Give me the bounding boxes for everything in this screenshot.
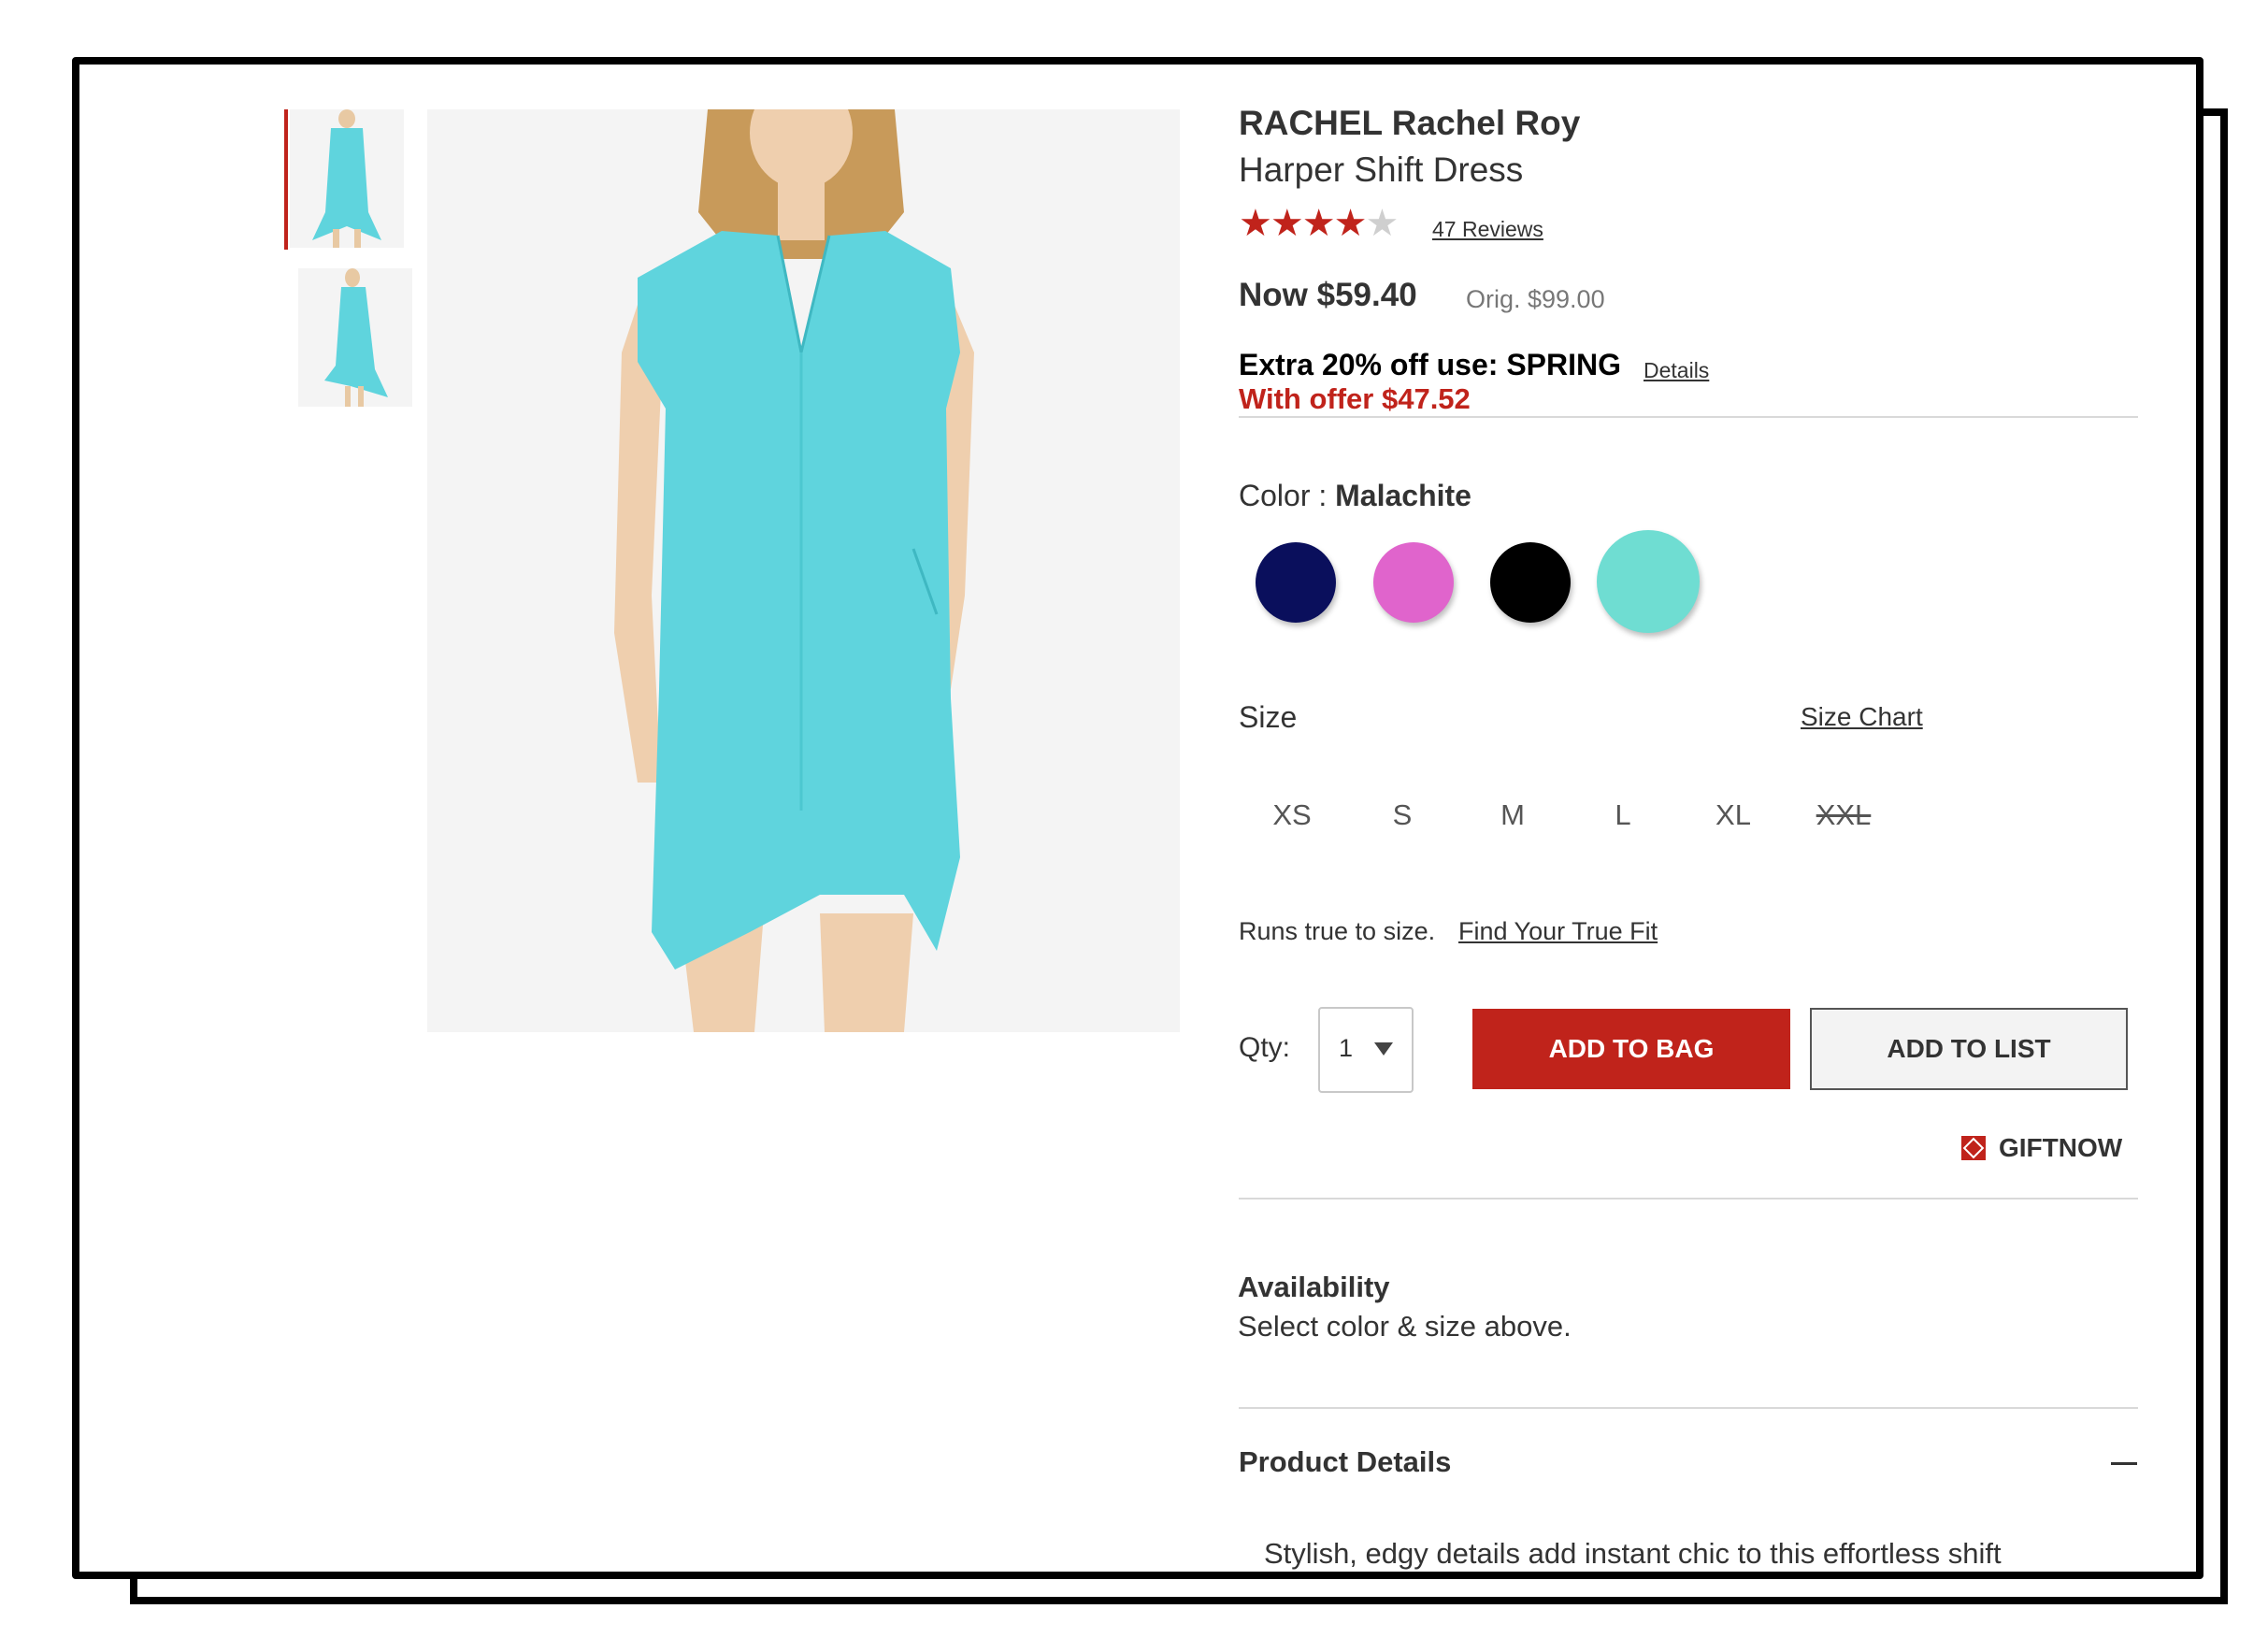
color-label-prefix: Color :: [1239, 479, 1336, 512]
star-icon: ★: [1270, 203, 1304, 244]
size-option-s[interactable]: S: [1365, 798, 1440, 832]
size-label: Size: [1239, 700, 1298, 734]
promo-details-link[interactable]: Details: [1644, 358, 1709, 383]
rating-stars[interactable]: ★★★★★: [1239, 203, 1399, 244]
divider: [1239, 1198, 2138, 1199]
availability-title: Availability: [1238, 1271, 1390, 1303]
thumbnail-selected-indicator: [284, 109, 288, 250]
fit-note: Runs true to size.: [1239, 917, 1436, 945]
color-swatch-black[interactable]: [1490, 542, 1571, 623]
divider: [1239, 416, 2138, 418]
size-chart-link[interactable]: Size Chart: [1801, 702, 1923, 732]
add-to-bag-button[interactable]: ADD TO BAG: [1472, 1009, 1790, 1089]
gift-icon: [1961, 1136, 1986, 1160]
promo-text: Extra 20% off use: SPRING: [1239, 348, 1621, 381]
product-details-toggle[interactable]: Product Details: [1239, 1445, 1451, 1479]
star-icon: ★: [1301, 203, 1336, 244]
qty-label: Qty:: [1239, 1032, 1291, 1063]
color-label: Color : Malachite: [1239, 479, 1471, 513]
sale-price: Now $59.40: [1239, 277, 1417, 313]
add-to-list-button[interactable]: ADD TO LIST: [1810, 1008, 2128, 1090]
collapse-icon[interactable]: [2111, 1462, 2137, 1465]
color-swatch-malachite[interactable]: [1597, 530, 1700, 633]
size-option-m[interactable]: M: [1475, 798, 1550, 832]
original-price: Orig. $99.00: [1466, 285, 1605, 313]
product-description: Stylish, edgy details add instant chic t…: [1264, 1537, 2002, 1570]
reviews-link[interactable]: 47 Reviews: [1432, 217, 1543, 242]
star-icon: ★: [1239, 203, 1272, 244]
size-option-xs[interactable]: XS: [1255, 798, 1329, 832]
selected-color-name: Malachite: [1335, 479, 1471, 512]
dress-thumbnail-image: [290, 109, 404, 248]
availability-text: Select color & size above.: [1238, 1310, 1572, 1343]
size-option-xxl-unavailable: XXL: [1816, 798, 1872, 831]
product-page-window: RACHEL Rachel Roy Harper Shift Dress ★★★…: [72, 57, 2203, 1579]
dress-main-image: [427, 109, 1180, 1032]
star-icon: ★: [1365, 203, 1399, 244]
offer-price: With offer $47.52: [1239, 382, 1471, 415]
size-option-xl[interactable]: XL: [1696, 798, 1771, 832]
giftnow-link[interactable]: GIFTNOW: [1961, 1133, 2122, 1163]
qty-select[interactable]: 1: [1318, 1007, 1414, 1093]
thumbnail-side[interactable]: [298, 268, 412, 407]
star-icon: ★: [1333, 203, 1368, 244]
thumbnail-front[interactable]: [290, 109, 404, 248]
giftnow-label: GIFTNOW: [1999, 1133, 2123, 1162]
product-name: Harper Shift Dress: [1239, 151, 1524, 189]
true-fit-link[interactable]: Find Your True Fit: [1458, 917, 1658, 946]
color-swatch-pink[interactable]: [1373, 542, 1454, 623]
dress-thumbnail-image: [298, 268, 412, 407]
product-main-image[interactable]: [427, 109, 1180, 1032]
caret-down-icon: [1374, 1042, 1393, 1056]
color-swatch-navy[interactable]: [1256, 542, 1336, 623]
size-option-l[interactable]: L: [1586, 798, 1660, 832]
product-brand[interactable]: RACHEL Rachel Roy: [1239, 104, 1580, 143]
divider: [1239, 1407, 2138, 1409]
qty-value: 1: [1339, 1034, 1354, 1062]
